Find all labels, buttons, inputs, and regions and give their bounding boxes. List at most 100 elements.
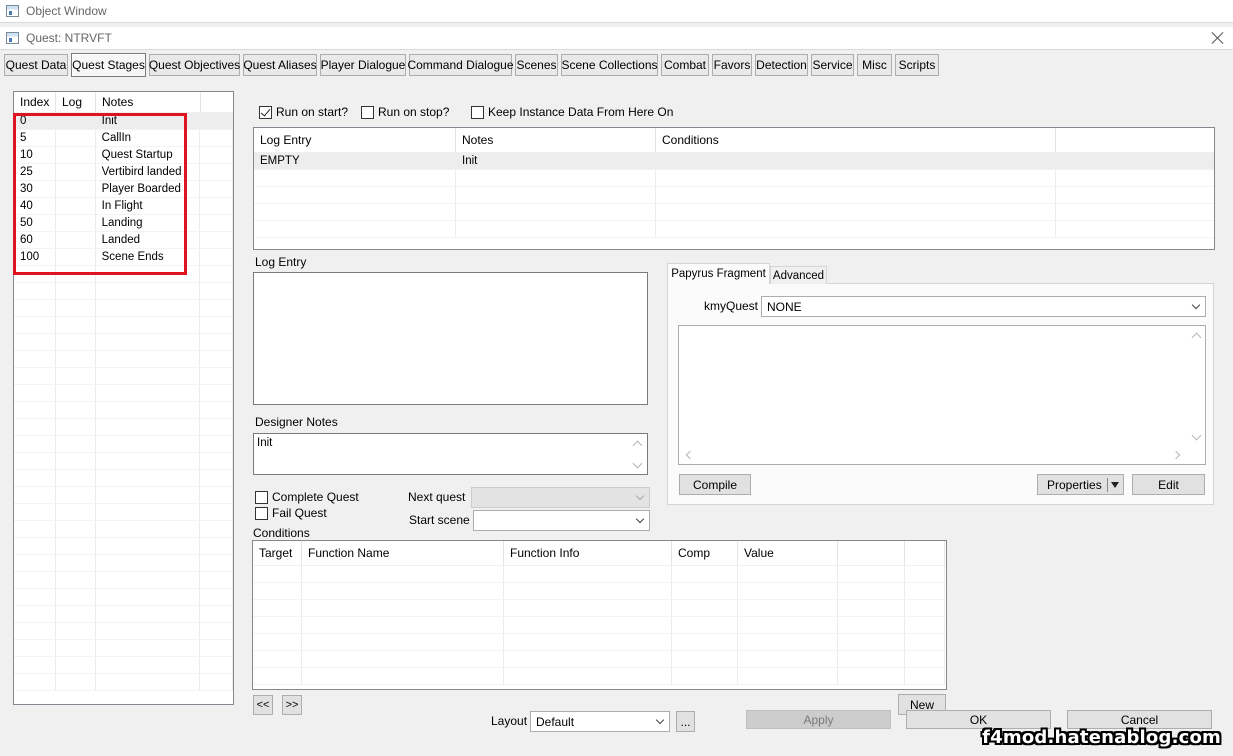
tab-quest-data[interactable]: Quest Data	[4, 54, 68, 76]
scroll-up-icon[interactable]	[1191, 332, 1202, 343]
table-row[interactable]	[14, 453, 233, 470]
apply-button[interactable]: Apply	[746, 710, 891, 729]
column-header-target[interactable]: Target	[253, 541, 302, 565]
table-row[interactable]	[14, 300, 233, 317]
table-row[interactable]	[14, 555, 233, 572]
complete-quest-label: Complete Quest	[272, 490, 359, 504]
tab-quest-aliases[interactable]: Quest Aliases	[243, 54, 317, 76]
tab-advanced[interactable]: Advanced	[770, 266, 827, 284]
table-row[interactable]	[14, 334, 233, 351]
tab-favors[interactable]: Favors	[712, 54, 752, 76]
table-row[interactable]	[14, 606, 233, 623]
table-row[interactable]	[253, 583, 946, 600]
table-row[interactable]	[14, 283, 233, 300]
column-header-comp[interactable]: Comp	[672, 541, 738, 565]
table-row[interactable]	[254, 221, 1214, 238]
kmyquest-select[interactable]: NONE	[761, 296, 1206, 317]
table-row[interactable]	[14, 470, 233, 487]
table-row[interactable]	[253, 617, 946, 634]
scroll-up-icon[interactable]	[632, 440, 643, 451]
column-header-notes[interactable]: Notes	[456, 128, 656, 152]
column-header-blank[interactable]	[905, 541, 945, 565]
tab-papyrus-fragment[interactable]: Papyrus Fragment	[667, 263, 770, 284]
layout-more-button[interactable]: ...	[676, 711, 695, 732]
table-row[interactable]	[14, 572, 233, 589]
tab-scene-collections[interactable]: Scene Collections	[561, 54, 658, 76]
table-row[interactable]	[254, 170, 1214, 187]
table-row[interactable]	[14, 368, 233, 385]
log-entry-textbox[interactable]	[253, 272, 648, 405]
start-scene-select[interactable]	[473, 510, 650, 531]
table-row[interactable]	[14, 351, 233, 368]
column-header-index[interactable]: Index	[14, 92, 56, 112]
fail-quest-checkbox[interactable]: Fail Quest	[255, 506, 327, 520]
empty-cell	[905, 583, 945, 599]
tab-quest-objectives[interactable]: Quest Objectives	[149, 54, 240, 76]
properties-button[interactable]: Properties	[1037, 474, 1124, 495]
designer-notes-textbox[interactable]: Init	[253, 433, 648, 475]
conditions-list[interactable]: Target Function Name Function Info Comp …	[252, 540, 947, 690]
scroll-down-icon[interactable]	[1191, 430, 1202, 441]
column-header-function-info[interactable]: Function Info	[504, 541, 672, 565]
edit-button[interactable]: Edit	[1132, 474, 1205, 495]
table-row[interactable]	[14, 402, 233, 419]
dropdown-arrow-icon[interactable]	[1111, 482, 1119, 488]
tab-combat[interactable]: Combat	[661, 54, 709, 76]
keep-instance-checkbox[interactable]: Keep Instance Data From Here On	[471, 105, 673, 119]
column-header-function-name[interactable]: Function Name	[302, 541, 504, 565]
table-row[interactable]	[253, 634, 946, 651]
table-row[interactable]	[14, 419, 233, 436]
table-row[interactable]	[14, 317, 233, 334]
table-row[interactable]	[253, 600, 946, 617]
table-row[interactable]	[14, 674, 233, 691]
table-row[interactable]	[14, 521, 233, 538]
tab-detection[interactable]: Detection	[755, 54, 808, 76]
next-quest-select[interactable]	[471, 487, 650, 508]
scroll-right-icon[interactable]	[1171, 450, 1181, 460]
tab-scripts[interactable]: Scripts	[895, 54, 939, 76]
quest-window-title: Quest: NTRVFT	[26, 31, 112, 45]
scroll-left-icon[interactable]	[685, 450, 695, 460]
close-icon[interactable]	[1211, 31, 1225, 45]
previous-button[interactable]: <<	[253, 695, 273, 715]
kmyquest-value: NONE	[767, 299, 802, 314]
tab-service[interactable]: Service	[811, 54, 854, 76]
table-row[interactable]	[254, 187, 1214, 204]
table-row[interactable]	[253, 651, 946, 668]
column-header-value[interactable]: Value	[738, 541, 838, 565]
column-header-notes[interactable]: Notes	[96, 92, 201, 112]
tab-player-dialogue[interactable]: Player Dialogue	[320, 54, 406, 76]
table-row[interactable]	[14, 640, 233, 657]
layout-value: Default	[536, 714, 575, 729]
tab-quest-stages[interactable]: Quest Stages	[71, 53, 146, 77]
complete-quest-checkbox[interactable]: Complete Quest	[255, 490, 359, 504]
table-row[interactable]	[14, 589, 233, 606]
column-header-log-entry[interactable]: Log Entry	[254, 128, 456, 152]
table-row[interactable]	[14, 504, 233, 521]
table-row[interactable]	[254, 204, 1214, 221]
column-header-blank[interactable]	[838, 541, 905, 565]
empty-cell	[302, 566, 504, 582]
tab-scenes[interactable]: Scenes	[515, 54, 558, 76]
tab-command-dialogue[interactable]: Command Dialogue	[407, 54, 514, 76]
table-row[interactable]	[14, 623, 233, 640]
column-header-conditions[interactable]: Conditions	[656, 128, 1056, 152]
table-row[interactable]: EMPTY Init	[254, 153, 1214, 170]
table-row[interactable]	[253, 668, 946, 685]
table-row[interactable]	[253, 566, 946, 583]
table-row[interactable]	[14, 436, 233, 453]
table-row[interactable]	[14, 538, 233, 555]
compile-button[interactable]: Compile	[679, 474, 751, 495]
log-entries-list[interactable]: Log Entry Notes Conditions EMPTY Init	[253, 127, 1215, 250]
layout-select[interactable]: Default	[530, 711, 670, 732]
run-on-stop-checkbox[interactable]: Run on stop?	[361, 105, 449, 119]
table-row[interactable]	[14, 657, 233, 674]
next-button[interactable]: >>	[282, 695, 302, 715]
run-on-start-checkbox[interactable]: Run on start?	[259, 105, 348, 119]
table-row[interactable]	[14, 385, 233, 402]
table-row[interactable]	[14, 487, 233, 504]
papyrus-script-editor[interactable]	[678, 325, 1206, 465]
column-header-log[interactable]: Log	[56, 92, 96, 112]
tab-misc[interactable]: Misc	[857, 54, 892, 76]
scroll-down-icon[interactable]	[632, 458, 643, 469]
